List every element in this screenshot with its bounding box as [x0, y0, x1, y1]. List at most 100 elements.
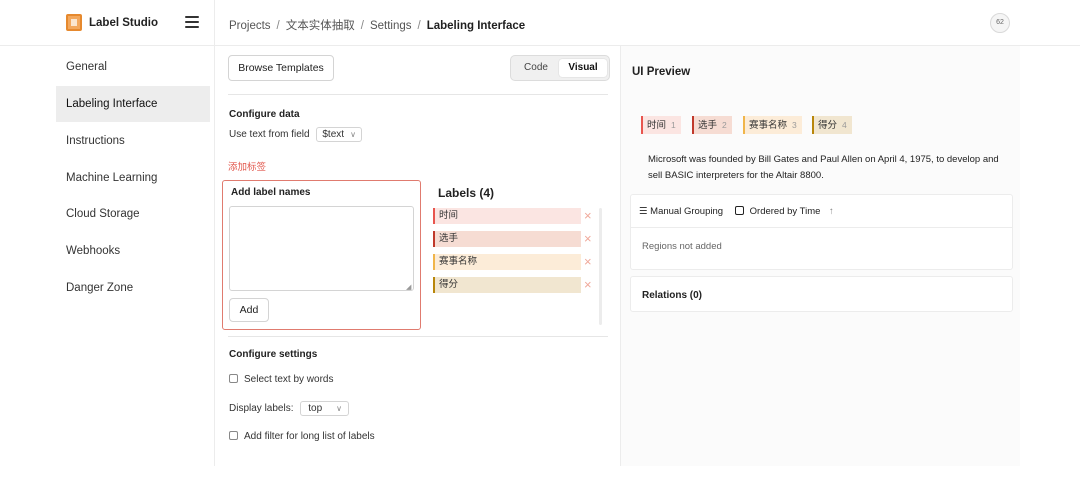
- sidebar-item-labeling-interface[interactable]: Labeling Interface: [56, 86, 210, 122]
- ui-preview-panel: UI Preview 时间 1 选手 2 赛事名称 3 得分 4 Microsoft w…: [620, 46, 1020, 466]
- manual-grouping-label: Manual Grouping: [650, 206, 724, 217]
- label-color-bar: [812, 116, 814, 134]
- label-item[interactable]: 赛事名称: [433, 254, 581, 270]
- display-labels-select[interactable]: top ∨: [300, 401, 350, 416]
- add-filter-option[interactable]: Add filter for long list of labels: [229, 431, 375, 442]
- preview-label-tag[interactable]: 得分 4: [812, 116, 852, 134]
- label-name: 得分: [439, 279, 459, 290]
- settings-sidebar: General Labeling Interface Instructions …: [0, 46, 215, 466]
- remove-label-icon[interactable]: ×: [584, 231, 596, 247]
- display-labels-value: top: [308, 403, 323, 414]
- regions-empty-message: Regions not added: [642, 241, 722, 252]
- section-divider: [228, 336, 608, 337]
- breadcrumb-separator: /: [360, 20, 364, 32]
- breadcrumb-separator: /: [417, 20, 421, 32]
- sidebar-item-danger-zone[interactable]: Danger Zone: [56, 270, 210, 306]
- add-label-link[interactable]: 添加标签: [228, 159, 266, 173]
- preview-label-hotkey: 4: [842, 120, 847, 130]
- label-color-bar: [433, 277, 435, 293]
- labels-scrollbar[interactable]: [599, 208, 602, 325]
- top-bar: Label Studio Projects / 文本实体抽取 / Settings / La…: [0, 0, 1080, 46]
- label-name: 赛事名称: [439, 256, 478, 267]
- configure-settings-title: Configure settings: [229, 349, 318, 360]
- breadcrumb-projects[interactable]: Projects: [229, 20, 271, 32]
- code-tab[interactable]: Code: [514, 59, 558, 77]
- breadcrumb-settings[interactable]: Settings: [370, 20, 412, 32]
- preview-label-hotkey: 2: [722, 120, 727, 130]
- preview-label-name: 选手: [698, 120, 718, 131]
- sidebar-item-machine-learning[interactable]: Machine Learning: [56, 160, 210, 196]
- remove-label-icon[interactable]: ×: [584, 254, 596, 270]
- label-item[interactable]: 时间: [433, 208, 581, 224]
- label-color-bar: [433, 254, 435, 270]
- label-item[interactable]: 得分: [433, 277, 581, 293]
- preview-label-hotkey: 1: [671, 120, 676, 130]
- preview-label-tag[interactable]: 赛事名称 3: [743, 116, 802, 134]
- field-select-value: $text: [322, 129, 345, 140]
- label-name: 选手: [439, 233, 459, 244]
- select-text-by-words-checkbox[interactable]: [229, 374, 238, 383]
- breadcrumb-current: Labeling Interface: [426, 20, 526, 32]
- label-color-bar: [433, 231, 435, 247]
- use-text-from-field-label: Use text from field: [229, 129, 310, 140]
- preview-sample-text[interactable]: Microsoft was founded by Bill Gates and …: [648, 152, 1013, 184]
- remove-label-icon[interactable]: ×: [584, 277, 596, 293]
- add-filter-label: Add filter for long list of labels: [244, 431, 375, 442]
- add-label-names-box: Add label names ◢ Add: [222, 180, 421, 330]
- app-name[interactable]: Label Studio: [89, 17, 158, 29]
- preview-label-name: 时间: [647, 120, 667, 131]
- ordered-by-time-button[interactable]: Ordered by Time ↑: [735, 206, 834, 217]
- label-studio-logo-icon[interactable]: [66, 14, 82, 31]
- hamburger-menu-icon[interactable]: [185, 16, 199, 28]
- label-item[interactable]: 选手: [433, 231, 581, 247]
- label-color-bar: [641, 116, 643, 134]
- add-label-names-title: Add label names: [231, 187, 311, 198]
- select-text-by-words-option[interactable]: Select text by words: [229, 374, 333, 385]
- label-color-bar: [743, 116, 745, 134]
- chevron-down-icon: ∨: [350, 130, 356, 139]
- user-avatar[interactable]: 62: [990, 13, 1010, 33]
- sidebar-item-instructions[interactable]: Instructions: [56, 123, 210, 159]
- breadcrumb-project[interactable]: 文本实体抽取: [286, 20, 355, 32]
- preview-label-tag[interactable]: 选手 2: [692, 116, 732, 134]
- relations-title[interactable]: Relations (0): [642, 290, 702, 301]
- preview-label-name: 赛事名称: [749, 120, 788, 131]
- preview-label-name: 得分: [818, 120, 838, 131]
- display-labels-label: Display labels:: [229, 403, 294, 414]
- labels-title: Labels (4): [438, 186, 495, 200]
- label-color-bar: [692, 116, 694, 134]
- preview-label-hotkey: 3: [792, 120, 797, 130]
- sidebar-item-cloud-storage[interactable]: Cloud Storage: [56, 196, 210, 232]
- add-filter-checkbox[interactable]: [229, 431, 238, 440]
- brand-area: Label Studio: [0, 0, 215, 46]
- label-name: 时间: [439, 210, 459, 221]
- regions-panel: ☰ Manual Grouping Ordered by Time ↑ Regi…: [630, 194, 1013, 270]
- field-select[interactable]: $text ∨: [316, 127, 362, 142]
- add-label-button[interactable]: Add: [229, 298, 269, 322]
- regions-toolbar: ☰ Manual Grouping Ordered by Time ↑: [631, 195, 1012, 228]
- breadcrumb: Projects / 文本实体抽取 / Settings / Labeling Interf…: [229, 17, 525, 33]
- sidebar-item-general[interactable]: General: [56, 49, 210, 85]
- labeling-config-panel: Browse Templates Code Visual Configure d…: [215, 46, 620, 466]
- label-names-textarea[interactable]: [229, 206, 414, 291]
- configure-data-title: Configure data: [229, 109, 300, 120]
- code-visual-toggle: Code Visual: [510, 55, 610, 81]
- calendar-icon: [735, 206, 744, 215]
- browse-templates-button[interactable]: Browse Templates: [228, 55, 334, 81]
- sort-arrow-up-icon[interactable]: ↑: [829, 206, 834, 217]
- relations-panel: Relations (0): [630, 276, 1013, 312]
- preview-label-tag[interactable]: 时间 1: [641, 116, 681, 134]
- remove-label-icon[interactable]: ×: [584, 208, 596, 224]
- manual-grouping-button[interactable]: ☰ Manual Grouping: [639, 206, 723, 217]
- ui-preview-title: UI Preview: [632, 66, 691, 78]
- display-labels-row: Display labels: top ∨: [229, 401, 350, 416]
- ordered-by-time-label: Ordered by Time: [749, 206, 821, 217]
- grouping-icon: ☰: [639, 206, 648, 217]
- sidebar-item-webhooks[interactable]: Webhooks: [56, 233, 210, 269]
- select-text-by-words-label: Select text by words: [244, 374, 334, 385]
- use-text-from-field-row: Use text from field $text ∨: [229, 127, 362, 142]
- label-color-bar: [433, 208, 435, 224]
- visual-tab[interactable]: Visual: [559, 59, 607, 77]
- chevron-down-icon: ∨: [336, 404, 343, 413]
- resize-handle-icon[interactable]: ◢: [406, 283, 411, 291]
